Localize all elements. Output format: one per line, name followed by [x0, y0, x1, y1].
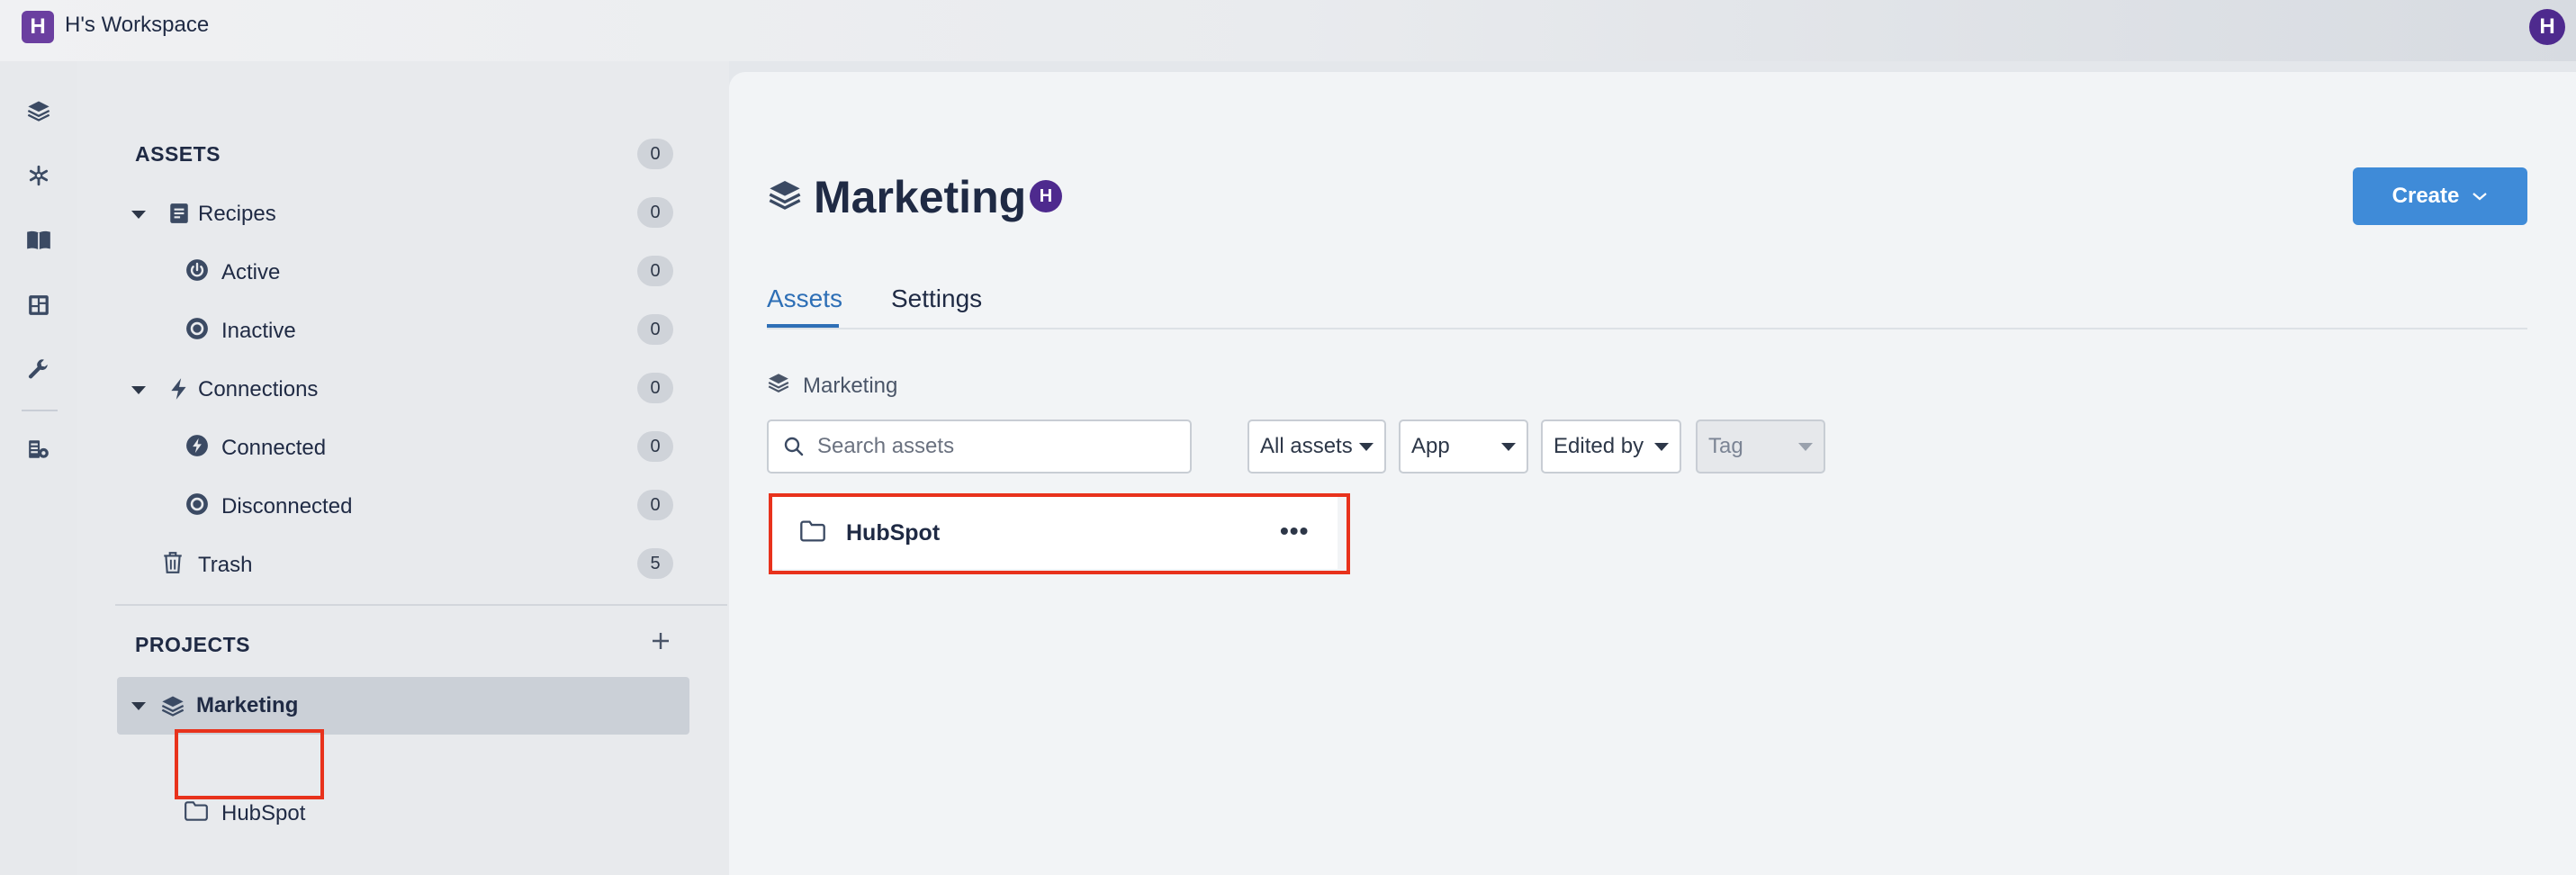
active-count-badge: 0	[637, 256, 673, 286]
caret-down-icon	[1359, 442, 1374, 451]
sidebar-item-label: Trash	[198, 553, 253, 577]
sidebar-item-label: HubSpot	[221, 801, 306, 825]
sidebar-item-marketing[interactable]: Marketing	[117, 677, 689, 735]
caret-down-icon[interactable]	[131, 211, 146, 219]
dashboard-icon[interactable]	[25, 292, 52, 319]
connected-bolt-icon	[185, 434, 209, 464]
sidebar-item-label: Connected	[221, 436, 327, 460]
search-input[interactable]	[817, 434, 1177, 459]
trash-count-badge: 5	[637, 548, 673, 579]
filter-label: Edited by	[1554, 434, 1644, 458]
sidebar-item-hubspot[interactable]: HubSpot	[184, 799, 305, 828]
chevron-down-icon	[2472, 193, 2488, 201]
book-icon[interactable]	[25, 227, 52, 254]
plus-icon	[653, 633, 669, 649]
projects-heading: PROJECTS	[135, 633, 250, 656]
sidebar-item-trash[interactable]: Trash	[162, 551, 252, 580]
workspace-logo[interactable]: H	[22, 11, 54, 43]
sidebar-divider	[115, 604, 727, 606]
breadcrumb-item[interactable]: Marketing	[803, 374, 897, 399]
icon-rail	[0, 61, 77, 875]
disconnected-count-badge: 0	[637, 490, 673, 520]
main-content: Marketing H Create Assets Settings Marke…	[729, 72, 2576, 875]
caret-down-icon[interactable]	[131, 702, 146, 710]
trash-icon	[162, 551, 184, 581]
tab-assets[interactable]: Assets	[767, 284, 842, 313]
tools-icon[interactable]	[25, 436, 52, 463]
sidebar-item-label: Disconnected	[221, 494, 353, 519]
recipes-count-badge: 0	[637, 197, 673, 228]
filter-label: All assets	[1260, 434, 1353, 458]
snowflake-icon[interactable]	[25, 162, 52, 189]
caret-down-icon[interactable]	[131, 386, 146, 394]
user-avatar[interactable]: H	[2529, 9, 2565, 45]
page-title: Marketing	[814, 172, 1027, 222]
filter-tag[interactable]: Tag	[1696, 419, 1825, 474]
connected-count-badge: 0	[637, 431, 673, 462]
highlight-box	[175, 729, 324, 799]
layers-icon	[160, 693, 185, 723]
active-tab-indicator	[767, 324, 839, 328]
workspace-name[interactable]: H's Workspace	[65, 13, 209, 38]
rail-divider	[22, 410, 58, 411]
stop-circle-icon	[185, 317, 209, 347]
assets-heading: ASSETS	[135, 142, 221, 166]
layers-icon	[767, 176, 803, 217]
caret-down-icon	[1501, 442, 1516, 451]
breadcrumb: Marketing	[767, 371, 897, 401]
filter-all-assets[interactable]: All assets	[1247, 419, 1386, 474]
sidebar-item-disconnected[interactable]: Disconnected	[185, 492, 352, 521]
sidebar: ASSETS 0 Recipes 0 Active 0 Inactive 0 C…	[77, 61, 729, 875]
highlight-box	[769, 493, 1350, 574]
power-icon	[185, 258, 209, 288]
create-button-label: Create	[2391, 184, 2460, 208]
filter-label: Tag	[1708, 434, 1743, 458]
filter-label: App	[1411, 434, 1450, 458]
wrench-icon[interactable]	[25, 356, 52, 383]
document-icon	[167, 202, 191, 231]
create-button[interactable]: Create	[2353, 167, 2527, 225]
top-bar: H H's Workspace H	[0, 0, 2576, 61]
caret-down-icon	[1798, 442, 1813, 451]
folder-icon	[184, 800, 209, 828]
sidebar-item-label: Marketing	[196, 693, 299, 717]
layers-icon	[767, 371, 790, 401]
sidebar-item-connected[interactable]: Connected	[185, 434, 326, 463]
sidebar-item-label: Recipes	[198, 202, 276, 226]
assets-count-badge: 0	[637, 139, 673, 169]
stop-circle-icon	[185, 492, 209, 522]
sidebar-item-label: Active	[221, 260, 281, 284]
owner-avatar[interactable]: H	[1030, 180, 1062, 212]
connections-count-badge: 0	[637, 373, 673, 403]
sidebar-item-inactive[interactable]: Inactive	[185, 317, 296, 346]
sidebar-item-active[interactable]: Active	[185, 258, 280, 287]
add-project-button[interactable]	[650, 627, 671, 657]
filter-edited-by[interactable]: Edited by	[1541, 419, 1681, 474]
sidebar-item-label: Connections	[198, 377, 319, 401]
lightning-icon	[169, 377, 189, 407]
tab-settings[interactable]: Settings	[891, 284, 982, 313]
search-box	[767, 419, 1192, 474]
caret-down-icon	[1654, 442, 1669, 451]
tabs-divider	[767, 328, 2527, 329]
inactive-count-badge: 0	[637, 314, 673, 345]
filter-app[interactable]: App	[1399, 419, 1528, 474]
layers-icon[interactable]	[25, 97, 52, 124]
sidebar-item-label: Inactive	[221, 319, 296, 343]
search-icon	[784, 437, 804, 456]
